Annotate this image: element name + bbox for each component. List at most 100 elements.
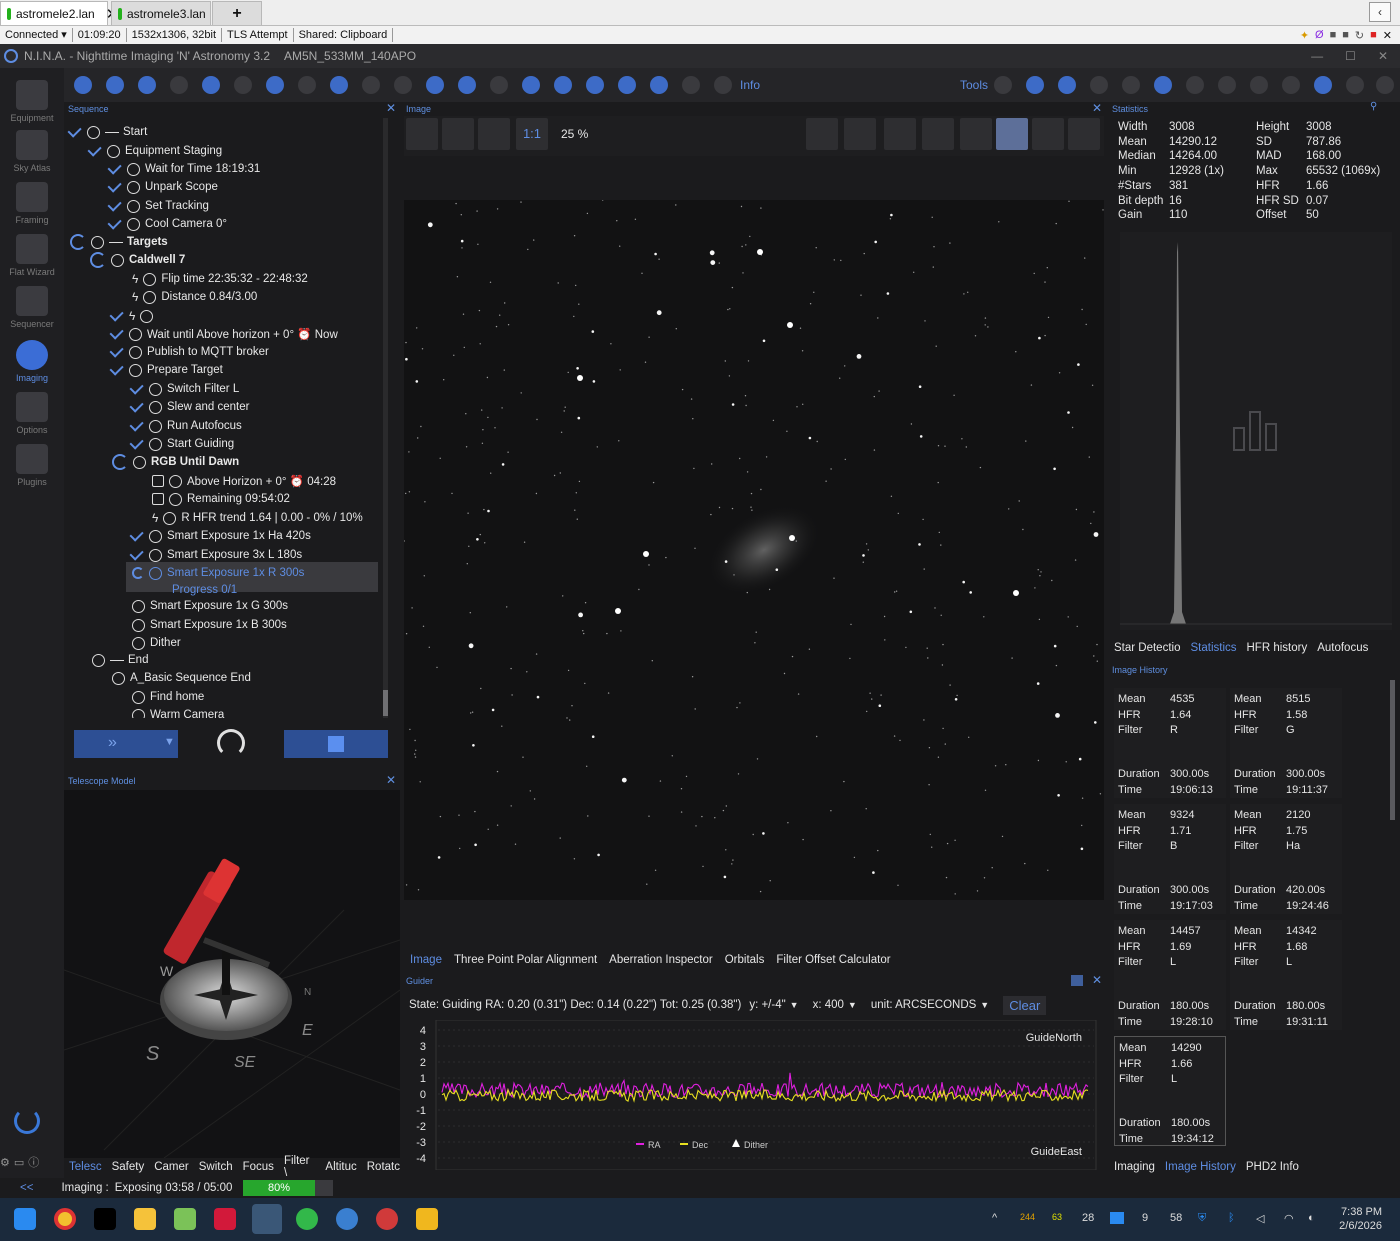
close-icon[interactable]: ✕ [1378, 49, 1388, 63]
maximize-icon[interactable]: ☐ [1345, 49, 1356, 63]
sidebar-item-options[interactable]: Options [0, 392, 64, 435]
annotate-icon[interactable] [996, 118, 1028, 150]
imaging-tab[interactable]: Imaging [1114, 1161, 1155, 1173]
browser-tab-astromele3[interactable]: astromele3.lan [111, 1, 211, 25]
star-icon[interactable] [1032, 118, 1064, 150]
tray-app-icon[interactable] [1110, 1212, 1124, 1224]
equipment-tab[interactable]: Telesc [69, 1161, 102, 1173]
statistics-tab[interactable]: HFR history [1247, 642, 1308, 654]
rotator-icon[interactable] [170, 76, 188, 94]
sequence-item[interactable]: ϟ Flip time 22:35:32 - 22:48:32 [132, 270, 308, 288]
sequence-item[interactable]: Publish to MQTT broker [109, 343, 269, 361]
equipment-tab[interactable]: Filter \ [284, 1155, 315, 1179]
history-card[interactable]: Mean 8515 HFR 1.58 Filter G Duration 300.00s Tim… [1230, 688, 1342, 798]
target-icon[interactable] [1154, 76, 1172, 94]
notepad-icon[interactable] [174, 1208, 196, 1230]
sidebar-item-framing[interactable]: Framing [0, 182, 64, 225]
stop-icon[interactable]: ■ [1370, 29, 1377, 42]
history-scrollbar[interactable] [1390, 680, 1395, 820]
app-red-icon[interactable] [214, 1208, 236, 1230]
sequence-item[interactable]: Unpark Scope [107, 178, 218, 196]
bluetooth-icon[interactable]: ᛒ [1228, 1212, 1235, 1224]
sequence-item[interactable]: RGB Until Dawn [112, 453, 239, 471]
sequence-item[interactable]: Remaining 09:54:02 [152, 490, 290, 508]
tools-label[interactable]: Tools [960, 78, 988, 92]
chevron-up-icon[interactable]: ^ [992, 1212, 997, 1224]
sidebar-item-imaging[interactable]: Imaging [0, 340, 64, 383]
sequence-item[interactable]: Smart Exposure 1x B 300s [132, 616, 287, 634]
chevron-left-icon[interactable]: ‹ [1369, 2, 1391, 22]
chevron-down-icon[interactable]: ▼ [164, 736, 175, 748]
window-icon[interactable] [1071, 975, 1083, 986]
power-icon[interactable] [14, 1108, 40, 1134]
collapse-button[interactable]: << [20, 1182, 33, 1194]
sequence-item[interactable]: Prepare Target [109, 361, 223, 379]
rotate-icon[interactable] [806, 118, 838, 150]
image-tab[interactable]: Aberration Inspector [609, 954, 713, 966]
sequence-item[interactable]: Run Autofocus [129, 417, 242, 435]
sequence-item[interactable]: Start [67, 123, 147, 141]
sequence-item[interactable]: Switch Filter L [129, 380, 239, 398]
refresh-icon[interactable] [202, 76, 220, 94]
scrollbar-thumb[interactable] [383, 690, 388, 716]
folder-icon[interactable] [134, 1208, 156, 1230]
sequence-item[interactable]: Smart Exposure 3x L 180s [129, 546, 302, 564]
sequence-item[interactable]: Set Tracking [107, 197, 209, 215]
imaging-tab[interactable]: Image History [1165, 1161, 1236, 1173]
condition-checkbox-icon[interactable] [152, 475, 164, 487]
condition-checkbox-icon[interactable] [152, 493, 164, 505]
pin-icon[interactable]: ⚲ [1370, 101, 1377, 112]
minimize-icon[interactable]: — [1311, 49, 1323, 63]
bahtinov-icon[interactable] [1068, 118, 1100, 150]
fit-icon[interactable] [478, 118, 510, 150]
zoom-1-1-button[interactable]: 1:1 [516, 118, 548, 150]
plugin-icon[interactable] [650, 76, 668, 94]
sidebar-item-sequencer[interactable]: Sequencer [0, 286, 64, 329]
sequence-item[interactable]: Smart Exposure 1x G 300s [132, 597, 288, 615]
image-tab[interactable]: Filter Offset Calculator [776, 954, 890, 966]
camera-icon[interactable]: ■ [1330, 29, 1337, 42]
star-icon[interactable] [1218, 76, 1236, 94]
sequence-item[interactable]: Cool Camera 0° [107, 215, 227, 233]
close-icon[interactable]: ✕ [1383, 29, 1392, 42]
sequence-item[interactable]: Equipment Staging [87, 142, 222, 160]
calculator-icon[interactable] [1186, 76, 1204, 94]
history-icon[interactable] [1314, 76, 1332, 94]
close-icon[interactable]: ✕ [386, 773, 396, 787]
equipment-tab[interactable]: Altituc [325, 1161, 356, 1173]
image-tab[interactable]: Orbitals [725, 954, 765, 966]
nina-taskbar-icon[interactable] [252, 1204, 282, 1234]
sequence-item[interactable]: Above Horizon + 0° ⏰ 04:28 [152, 472, 336, 490]
y-range-select[interactable]: y: +/-4" ▼ [749, 999, 798, 1011]
list-icon[interactable] [298, 76, 316, 94]
sidebar-item-sky-atlas[interactable]: Sky Atlas [0, 130, 64, 173]
close-icon[interactable]: ✕ [386, 101, 396, 115]
search-icon[interactable] [1090, 76, 1108, 94]
crosshair-icon[interactable] [960, 118, 992, 150]
equipment-tab[interactable]: Switch [199, 1161, 233, 1173]
clipboard-icon[interactable]: ■ [1342, 29, 1349, 42]
sequence-item[interactable]: Smart Exposure 1x Ha 420s [129, 527, 311, 545]
dome-icon[interactable] [394, 76, 412, 94]
zoom-in-icon[interactable] [406, 118, 438, 150]
grid-icon[interactable] [884, 118, 916, 150]
sequence-item[interactable]: ϟ [109, 307, 158, 325]
stretch-icon[interactable] [922, 118, 954, 150]
graph-icon[interactable] [458, 76, 476, 94]
sequence-item[interactable]: A_Basic Sequence End [112, 669, 251, 687]
bulb-icon[interactable] [490, 76, 508, 94]
wifi-icon[interactable]: ◠ [1284, 1212, 1294, 1225]
imaging-tab[interactable]: PHD2 Info [1246, 1161, 1299, 1173]
stellarium-icon[interactable] [94, 1208, 116, 1230]
sequence-item[interactable]: Targets [70, 233, 168, 251]
history-card[interactable]: Mean 14457 HFR 1.69 Filter L Duration 180.00s Ti… [1114, 920, 1226, 1030]
equipment-tab[interactable]: Rotatc [367, 1161, 400, 1173]
weather-icon[interactable] [362, 76, 380, 94]
connection-status[interactable]: Connected ▾ [0, 28, 73, 42]
shield-icon[interactable]: ⛨ [1198, 1212, 1206, 1225]
plugin-icon[interactable] [554, 76, 572, 94]
sequence-item[interactable]: ϟ R HFR trend 1.64 | 0.00 - 0% / 10% [152, 509, 363, 527]
chart-icon[interactable] [426, 76, 444, 94]
filter-wheel-icon[interactable] [106, 76, 124, 94]
sequence-item[interactable]: End [92, 651, 148, 669]
